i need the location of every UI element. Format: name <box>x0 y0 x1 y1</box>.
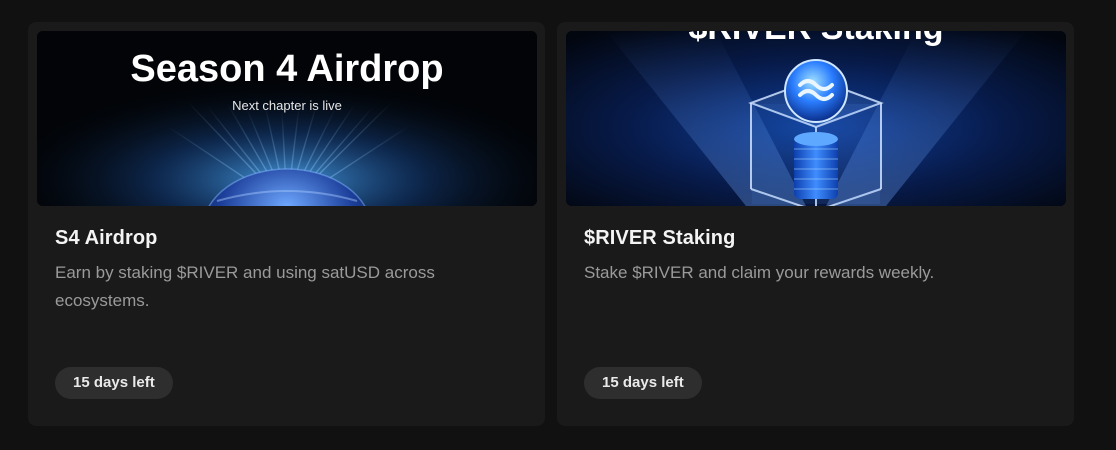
banner-headline: Season 4 Airdrop <box>130 48 443 90</box>
campaign-banner-image: Season 4 Airdrop Next chapter is live <box>37 31 537 206</box>
season-4-airdrop-banner-art: Season 4 Airdrop Next chapter is live <box>37 31 537 206</box>
banner-subline: Next chapter is live <box>232 98 342 113</box>
campaign-card-list: Season 4 Airdrop Next chapter is live S4… <box>0 0 1116 450</box>
time-left-badge: 15 days left <box>55 367 173 399</box>
campaign-banner-image: $RIVER Staking <box>566 31 1066 206</box>
card-title: S4 Airdrop <box>55 227 158 249</box>
card-title: $RIVER Staking <box>584 227 736 249</box>
card-description: Stake $RIVER and claim your rewards week… <box>584 263 935 282</box>
river-staking-banner-art: $RIVER Staking <box>566 31 1066 206</box>
card-description: Earn by staking $RIVER and using satUSD … <box>55 263 435 310</box>
time-left-badge: 15 days left <box>584 367 702 399</box>
banner-headline: $RIVER Staking <box>688 31 943 47</box>
campaign-card-river-staking[interactable]: $RIVER Staking $RIVER Staking Stake $RIV… <box>557 22 1074 426</box>
campaign-card-s4-airdrop[interactable]: Season 4 Airdrop Next chapter is live S4… <box>28 22 545 426</box>
river-coin-icon <box>784 59 848 123</box>
